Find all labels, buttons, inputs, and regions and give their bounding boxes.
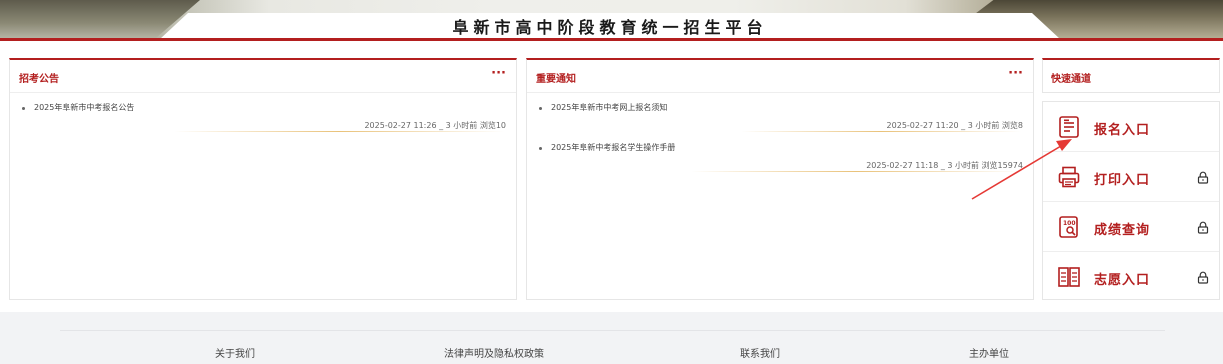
quick-item-score-query[interactable]: 100 成绩查询 <box>1043 202 1219 252</box>
bullet-icon <box>539 147 542 150</box>
news-meta: 2025-02-27 11:26 _ 3 小时前 浏览10 <box>364 121 506 130</box>
announcements-list: 2025年阜新市中考报名公告 2025-02-27 11:26 _ 3 小时前 … <box>10 93 516 133</box>
score-search-icon: 100 <box>1059 216 1078 238</box>
quick-channel-list: 报名入口 打印入口 100 成绩查询 志愿入口 <box>1042 101 1220 300</box>
quick-item-volunteer[interactable]: 志愿入口 <box>1043 252 1219 302</box>
list-item: 2025年阜新中考报名学生操作手册 2025-02-27 11:18 _ 3 小… <box>527 133 1033 173</box>
announcements-panel: 招考公告 ··· 2025年阜新市中考报名公告 2025-02-27 11:26… <box>9 58 517 300</box>
news-meta: 2025-02-27 11:20 _ 3 小时前 浏览8 <box>886 121 1023 130</box>
registration-form-icon <box>1059 116 1079 138</box>
notices-header: 重要通知 ··· <box>527 60 1033 93</box>
notices-title: 重要通知 <box>536 74 576 85</box>
news-underline <box>741 131 1021 132</box>
quick-item-label: 成绩查询 <box>1094 223 1151 238</box>
quick-item-registration[interactable]: 报名入口 <box>1043 102 1219 152</box>
footer-link-contact[interactable]: 联系我们 <box>740 345 780 360</box>
news-link[interactable]: 2025年阜新市中考报名公告 <box>34 102 134 113</box>
printer-icon <box>1058 166 1080 188</box>
quick-item-label: 打印入口 <box>1094 173 1151 188</box>
footer-divider <box>60 330 1165 331</box>
more-dots-icon[interactable]: ··· <box>1008 66 1023 81</box>
footer-link-organizer[interactable]: 主办单位 <box>969 345 1009 360</box>
header-banner: 阜新市高中阶段教育统一招生平台 <box>0 0 1223 42</box>
lock-icon <box>1197 271 1209 284</box>
quick-channel-header: 快速通道 <box>1042 58 1220 93</box>
quick-item-label: 志愿入口 <box>1094 273 1151 288</box>
bullet-icon <box>22 107 25 110</box>
notices-list: 2025年阜新市中考网上报名须知 2025-02-27 11:20 _ 3 小时… <box>527 93 1033 173</box>
lock-icon <box>1197 171 1209 184</box>
quick-item-print[interactable]: 打印入口 <box>1043 152 1219 202</box>
footer-link-legal[interactable]: 法律声明及隐私权政策 <box>444 345 544 360</box>
announcements-header: 招考公告 ··· <box>10 60 516 93</box>
news-underline <box>691 171 1021 172</box>
main-content: 招考公告 ··· 2025年阜新市中考报名公告 2025-02-27 11:26… <box>0 50 1223 312</box>
more-dots-icon[interactable]: ··· <box>491 66 506 81</box>
news-link[interactable]: 2025年阜新市中考网上报名须知 <box>551 102 667 113</box>
announcements-title: 招考公告 <box>19 74 59 85</box>
list-item: 2025年阜新市中考网上报名须知 2025-02-27 11:20 _ 3 小时… <box>527 93 1033 133</box>
header-spacer <box>0 41 1223 50</box>
news-link[interactable]: 2025年阜新中考报名学生操作手册 <box>551 142 675 153</box>
news-underline <box>174 131 504 132</box>
svg-text:100: 100 <box>1063 220 1076 227</box>
quick-channel-title: 快速通道 <box>1051 74 1091 85</box>
list-item: 2025年阜新市中考报名公告 2025-02-27 11:26 _ 3 小时前 … <box>10 93 516 133</box>
site-title: 阜新市高中阶段教育统一招生平台 <box>452 18 768 37</box>
lock-icon <box>1197 221 1209 234</box>
footer-link-about[interactable]: 关于我们 <box>215 345 255 360</box>
open-book-icon <box>1058 267 1080 287</box>
title-plate: 阜新市高中阶段教育统一招生平台 <box>160 13 1060 39</box>
notices-panel: 重要通知 ··· 2025年阜新市中考网上报名须知 2025-02-27 11:… <box>526 58 1034 300</box>
news-meta: 2025-02-27 11:18 _ 3 小时前 浏览15974 <box>866 161 1023 170</box>
bullet-icon <box>539 107 542 110</box>
quick-item-label: 报名入口 <box>1094 123 1151 138</box>
footer: 关于我们 法律声明及隐私权政策 联系我们 主办单位 <box>0 312 1223 364</box>
